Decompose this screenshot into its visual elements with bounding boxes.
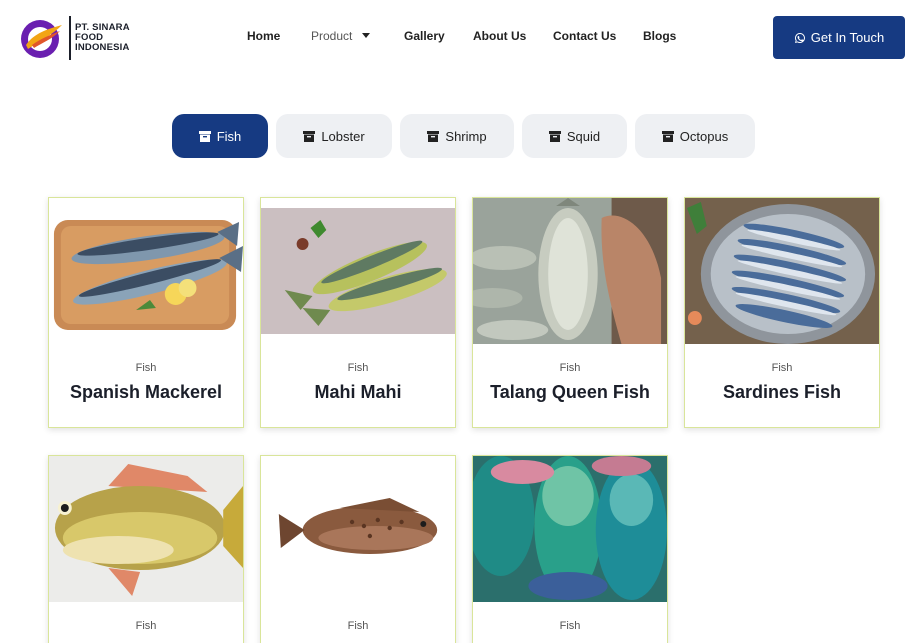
product-category: Fish: [135, 362, 157, 374]
product-name[interactable]: Mahi Mahi: [261, 382, 455, 403]
nav-about-us[interactable]: About Us: [473, 29, 526, 43]
parrot-fish-image: [473, 456, 667, 602]
product-card[interactable]: Fish Spanish Mackerel: [48, 197, 244, 428]
tab-label: Shrimp: [445, 128, 487, 144]
box-icon: [198, 130, 211, 142]
logo[interactable]: PT. SINARA FOOD INDONESIA: [18, 14, 130, 62]
product-card[interactable]: Fish: [260, 455, 456, 643]
logo-divider: [69, 16, 71, 60]
product-card[interactable]: Fish Talang Queen Fish: [472, 197, 668, 428]
nav-home[interactable]: Home: [247, 29, 280, 43]
site-header: PT. SINARA FOOD INDONESIA Home Product G…: [0, 0, 921, 75]
get-in-touch-button[interactable]: Get In Touch: [773, 16, 905, 59]
cropped-heading: [414, 0, 510, 4]
product-card[interactable]: Fish Mahi Mahi: [260, 197, 456, 428]
talang-queen-fish-image: [473, 198, 667, 344]
tab-lobster[interactable]: Lobster: [276, 114, 392, 158]
product-category: Fish: [347, 620, 369, 632]
product-card[interactable]: Fish: [472, 455, 668, 643]
tab-label: Squid: [566, 128, 601, 144]
nav-gallery[interactable]: Gallery: [404, 29, 445, 43]
box-icon: [661, 130, 674, 142]
box-icon: [303, 130, 316, 142]
product-card[interactable]: Fish Sardines Fish: [684, 197, 880, 428]
tab-octopus[interactable]: Octopus: [635, 114, 755, 158]
caret-down-icon: [362, 33, 371, 39]
logo-line-3: INDONESIA: [75, 42, 130, 53]
tab-shrimp[interactable]: Shrimp: [400, 114, 514, 158]
nav-blogs[interactable]: Blogs: [643, 29, 676, 43]
tab-squid[interactable]: Squid: [522, 114, 627, 158]
tab-label: Octopus: [679, 128, 729, 144]
mahi-mahi-image: [261, 198, 455, 344]
nav-contact-us[interactable]: Contact Us: [553, 29, 616, 43]
whatsapp-icon: [794, 32, 805, 43]
nav-product[interactable]: Product: [311, 29, 371, 43]
tab-label: Lobster: [321, 128, 365, 144]
box-icon: [548, 130, 561, 142]
product-card[interactable]: Fish: [48, 455, 244, 643]
product-name[interactable]: Sardines Fish: [685, 382, 879, 403]
spanish-mackerel-image: [49, 198, 243, 344]
cta-label: Get In Touch: [810, 30, 885, 45]
product-category: Fish: [559, 362, 581, 374]
tab-label: Fish: [216, 128, 242, 144]
grouper-fish-image: [261, 456, 455, 602]
logo-mark-icon: [21, 20, 62, 58]
product-category: Fish: [135, 620, 157, 632]
product-category: Fish: [347, 362, 369, 374]
box-icon: [427, 130, 440, 142]
sardines-fish-image: [685, 198, 879, 344]
product-category: Fish: [559, 620, 581, 632]
logo-text: PT. SINARA FOOD INDONESIA: [75, 23, 130, 53]
product-name[interactable]: Talang Queen Fish: [473, 382, 667, 403]
product-name[interactable]: Spanish Mackerel: [49, 382, 243, 403]
nav-product-label: Product: [311, 29, 353, 43]
tab-fish[interactable]: Fish: [172, 114, 268, 158]
snapper-fish-image: [49, 456, 243, 602]
product-category: Fish: [771, 362, 793, 374]
